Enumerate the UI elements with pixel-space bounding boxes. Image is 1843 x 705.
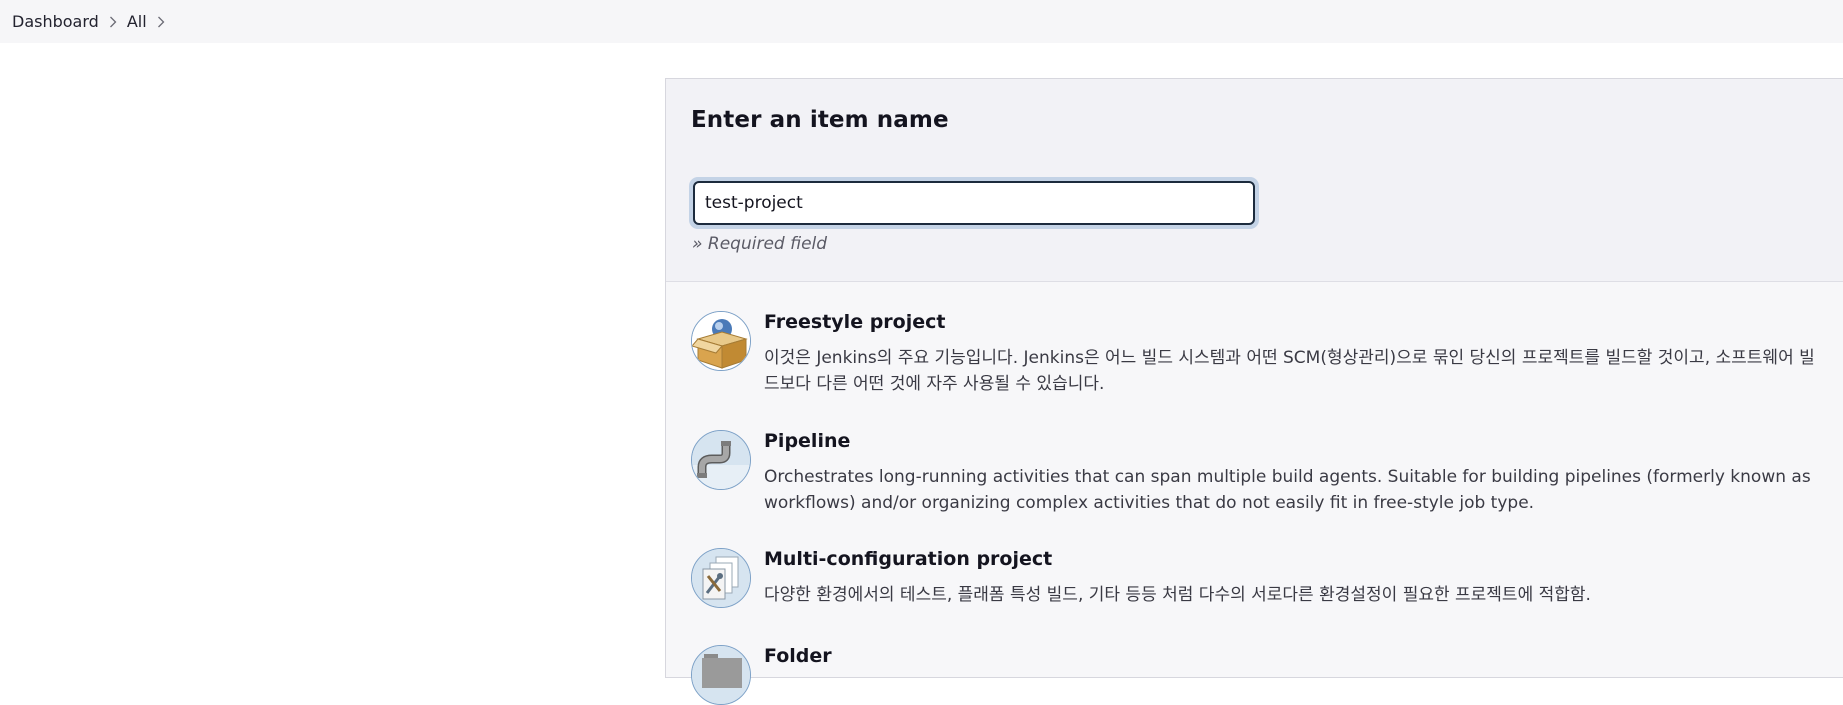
breadcrumb-all[interactable]: All bbox=[127, 12, 147, 31]
multi-config-icon bbox=[691, 548, 751, 608]
new-item-panel: Enter an item name » Required field Free… bbox=[665, 78, 1843, 705]
folder-icon bbox=[691, 645, 751, 705]
item-type-title: Folder bbox=[764, 645, 832, 667]
item-type-title: Multi-configuration project bbox=[764, 548, 1053, 570]
required-field-hint: » Required field bbox=[692, 234, 828, 254]
item-type-description: 다양한 환경에서의 테스트, 플래폼 특성 빌드, 기타 등등 처럼 다수의 서… bbox=[764, 585, 1591, 605]
freestyle-box-icon bbox=[691, 311, 751, 371]
item-name-focus-ring bbox=[689, 177, 1259, 229]
item-type-multi-configuration[interactable]: Multi-configuration project 다양한 환경에서의 테스… bbox=[691, 548, 1843, 638]
item-type-title: Pipeline bbox=[764, 430, 851, 452]
item-name-section: Enter an item name » Required field bbox=[666, 79, 1843, 282]
item-type-description: Orchestrates long-running activities tha… bbox=[764, 467, 1811, 513]
item-type-title: Freestyle project bbox=[764, 311, 946, 333]
item-type-description: 이것은 Jenkins의 주요 기능입니다. Jenkins은 어느 빌드 시스… bbox=[764, 348, 1815, 394]
item-name-input[interactable] bbox=[693, 181, 1255, 225]
breadcrumb-dashboard[interactable]: Dashboard bbox=[12, 12, 99, 31]
item-type-folder[interactable]: Folder bbox=[691, 645, 1843, 705]
page-title: Enter an item name bbox=[691, 107, 949, 133]
chevron-right-icon[interactable] bbox=[147, 12, 175, 32]
chevron-right-icon[interactable] bbox=[99, 12, 127, 32]
pipeline-pipe-icon bbox=[691, 430, 751, 490]
item-type-pipeline[interactable]: Pipeline Orchestrates long-running activ… bbox=[691, 430, 1843, 530]
breadcrumb: Dashboard All bbox=[0, 0, 1843, 43]
item-type-freestyle[interactable]: Freestyle project 이것은 Jenkins의 주요 기능입니다.… bbox=[691, 311, 1843, 411]
